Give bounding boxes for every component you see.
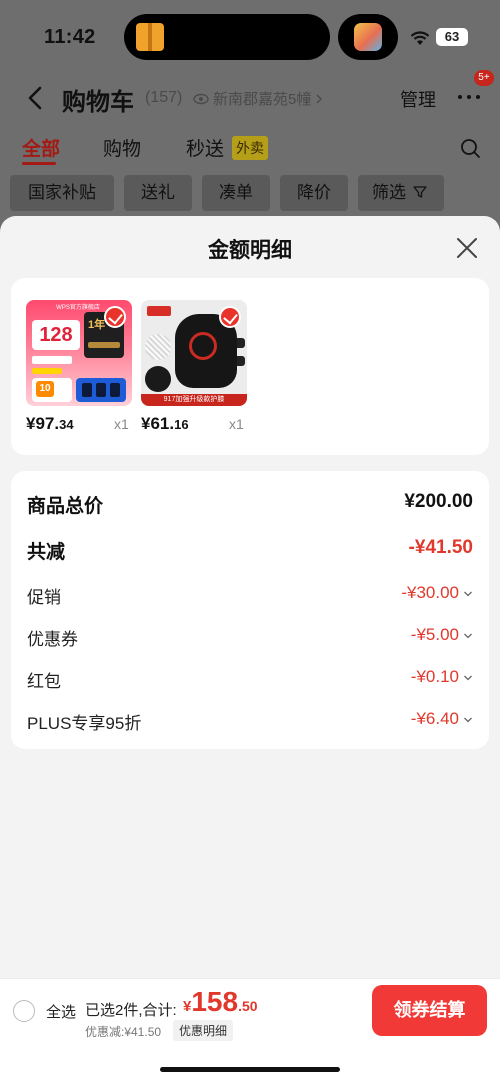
- home-indicator[interactable]: [160, 1067, 340, 1072]
- summary-label: 商品总价: [27, 496, 104, 517]
- tab-shopping[interactable]: 购物: [103, 134, 141, 161]
- summary-label: 红包: [27, 672, 61, 691]
- app-activity-pill[interactable]: [338, 14, 398, 60]
- product-image-banner: WPS官方旗舰店: [56, 305, 100, 311]
- summary-value: -¥41.50: [408, 537, 473, 558]
- checkout-button[interactable]: 领券结算: [372, 985, 487, 1036]
- product-image-card-text: 1年: [88, 319, 106, 331]
- chevron-down-icon: [464, 717, 472, 722]
- product-price: ¥61.16: [141, 414, 189, 433]
- summary-value: -¥6.40: [410, 709, 459, 728]
- summary-label: 促销: [27, 588, 61, 607]
- product-item[interactable]: 917加强升级款护膝 ¥61.16 x1: [141, 300, 247, 433]
- product-image-mini-number: 10: [36, 381, 54, 397]
- eye-icon: [193, 93, 209, 104]
- wifi-icon: [410, 31, 430, 45]
- filter-chips: 国家补贴 送礼 凑单 降价 筛选: [0, 175, 500, 213]
- more-menu-button[interactable]: [454, 84, 484, 110]
- chevron-right-icon: [316, 94, 323, 103]
- tab-all[interactable]: 全部: [22, 134, 60, 161]
- cart-tabs: 全部 购物 秒送 外卖: [0, 130, 500, 170]
- takeout-tag: 外卖: [232, 136, 268, 160]
- chip-bundle[interactable]: 凑单: [202, 175, 270, 211]
- manage-button[interactable]: 管理: [400, 86, 436, 112]
- summary-row-red-packet[interactable]: 红包 -¥0.10: [27, 663, 473, 693]
- summary-row-plus-discount[interactable]: PLUS专享95折 -¥6.40: [27, 705, 473, 735]
- back-arrow-icon[interactable]: [22, 83, 52, 113]
- chip-national-subsidy[interactable]: 国家补贴: [10, 175, 114, 211]
- product-quantity: x1: [229, 416, 244, 432]
- battery-icon: 63: [436, 28, 468, 46]
- summary-row-total: 商品总价 ¥200.00: [27, 489, 473, 519]
- package-icon: [136, 23, 164, 51]
- chip-price-drop[interactable]: 降价: [280, 175, 348, 211]
- status-bar: 11:42 63: [0, 0, 500, 70]
- price-summary-card: 商品总价 ¥200.00 共减 -¥41.50 促销 -¥30.00 优惠券 -…: [11, 471, 489, 749]
- summary-value: -¥0.10: [410, 667, 459, 686]
- filter-funnel-icon: [413, 186, 427, 198]
- summary-row-promotion[interactable]: 促销 -¥30.00: [27, 579, 473, 609]
- summary-value-wrap: -¥5.00: [411, 625, 473, 645]
- status-time: 11:42: [44, 26, 96, 48]
- product-image-label: 917加强升级款护膝: [141, 394, 247, 406]
- amount-detail-sheet: 金额明细 WPS官方旗舰店 128 1年 10 ¥97.34 x1 917加强升…: [0, 216, 500, 1083]
- summary-value: -¥5.00: [410, 625, 459, 644]
- page-title: 购物车: [62, 89, 134, 116]
- chevron-down-icon: [464, 591, 472, 596]
- address-selector[interactable]: 新南郡嘉苑5幢: [193, 88, 323, 109]
- tab-instant-delivery[interactable]: 秒送: [186, 134, 224, 161]
- summary-label: 优惠券: [27, 630, 78, 649]
- chip-gift[interactable]: 送礼: [124, 175, 192, 211]
- selected-summary: 已选2件,合计:: [85, 1002, 177, 1019]
- sheet-title: 金额明细: [208, 239, 292, 262]
- cart-header: 购物车 (157) 新南郡嘉苑5幢 管理 5+: [0, 70, 500, 121]
- cart-count: (157): [145, 89, 183, 106]
- summary-value-wrap: -¥6.40: [411, 709, 473, 729]
- product-image-number: 128: [32, 320, 80, 350]
- product-image: WPS官方旗舰店 128 1年 10: [26, 300, 132, 406]
- tab-active-indicator: [22, 162, 56, 165]
- product-image: 917加强升级款护膝: [141, 300, 247, 406]
- close-icon[interactable]: [455, 236, 479, 260]
- summary-row-coupon[interactable]: 优惠券 -¥5.00: [27, 621, 473, 651]
- notification-badge: 5+: [474, 70, 494, 86]
- checkout-bar: 全选 已选2件,合计: ¥158.50 优惠减:¥41.50 优惠明细 领券结算: [0, 978, 500, 1083]
- discount-amount: 优惠减:¥41.50: [85, 1025, 162, 1039]
- summary-value-wrap: -¥0.10: [411, 667, 473, 687]
- brand-logo: [147, 306, 171, 316]
- dynamic-island[interactable]: [124, 14, 330, 60]
- chip-filter[interactable]: 筛选: [358, 175, 444, 211]
- select-all-radio[interactable]: [13, 1000, 35, 1022]
- summary-label: 共减: [27, 542, 66, 563]
- selected-products-card: WPS官方旗舰店 128 1年 10 ¥97.34 x1 917加强升级款护膝 …: [11, 278, 489, 455]
- address-text: 新南郡嘉苑5幢: [213, 91, 312, 108]
- summary-value: -¥30.00: [401, 583, 459, 602]
- product-price: ¥97.34: [26, 414, 74, 433]
- selected-check-icon[interactable]: [104, 306, 126, 328]
- chip-filter-label: 筛选: [372, 183, 406, 202]
- chevron-down-icon: [464, 633, 472, 638]
- total-price: ¥158.50: [183, 986, 258, 1017]
- summary-value-wrap: -¥30.00: [401, 583, 473, 603]
- product-quantity: x1: [114, 416, 129, 432]
- search-icon[interactable]: [460, 138, 482, 160]
- discount-detail-link[interactable]: 优惠明细: [173, 1020, 234, 1041]
- select-all-label[interactable]: 全选: [46, 1001, 76, 1022]
- summary-label: PLUS专享95折: [27, 714, 142, 733]
- product-item[interactable]: WPS官方旗舰店 128 1年 10 ¥97.34 x1: [26, 300, 132, 433]
- summary-value: ¥200.00: [404, 491, 473, 512]
- chevron-down-icon: [464, 675, 472, 680]
- selected-check-icon[interactable]: [219, 306, 241, 328]
- summary-row-discount-total: 共减 -¥41.50: [27, 535, 473, 565]
- app-icon: [354, 23, 382, 51]
